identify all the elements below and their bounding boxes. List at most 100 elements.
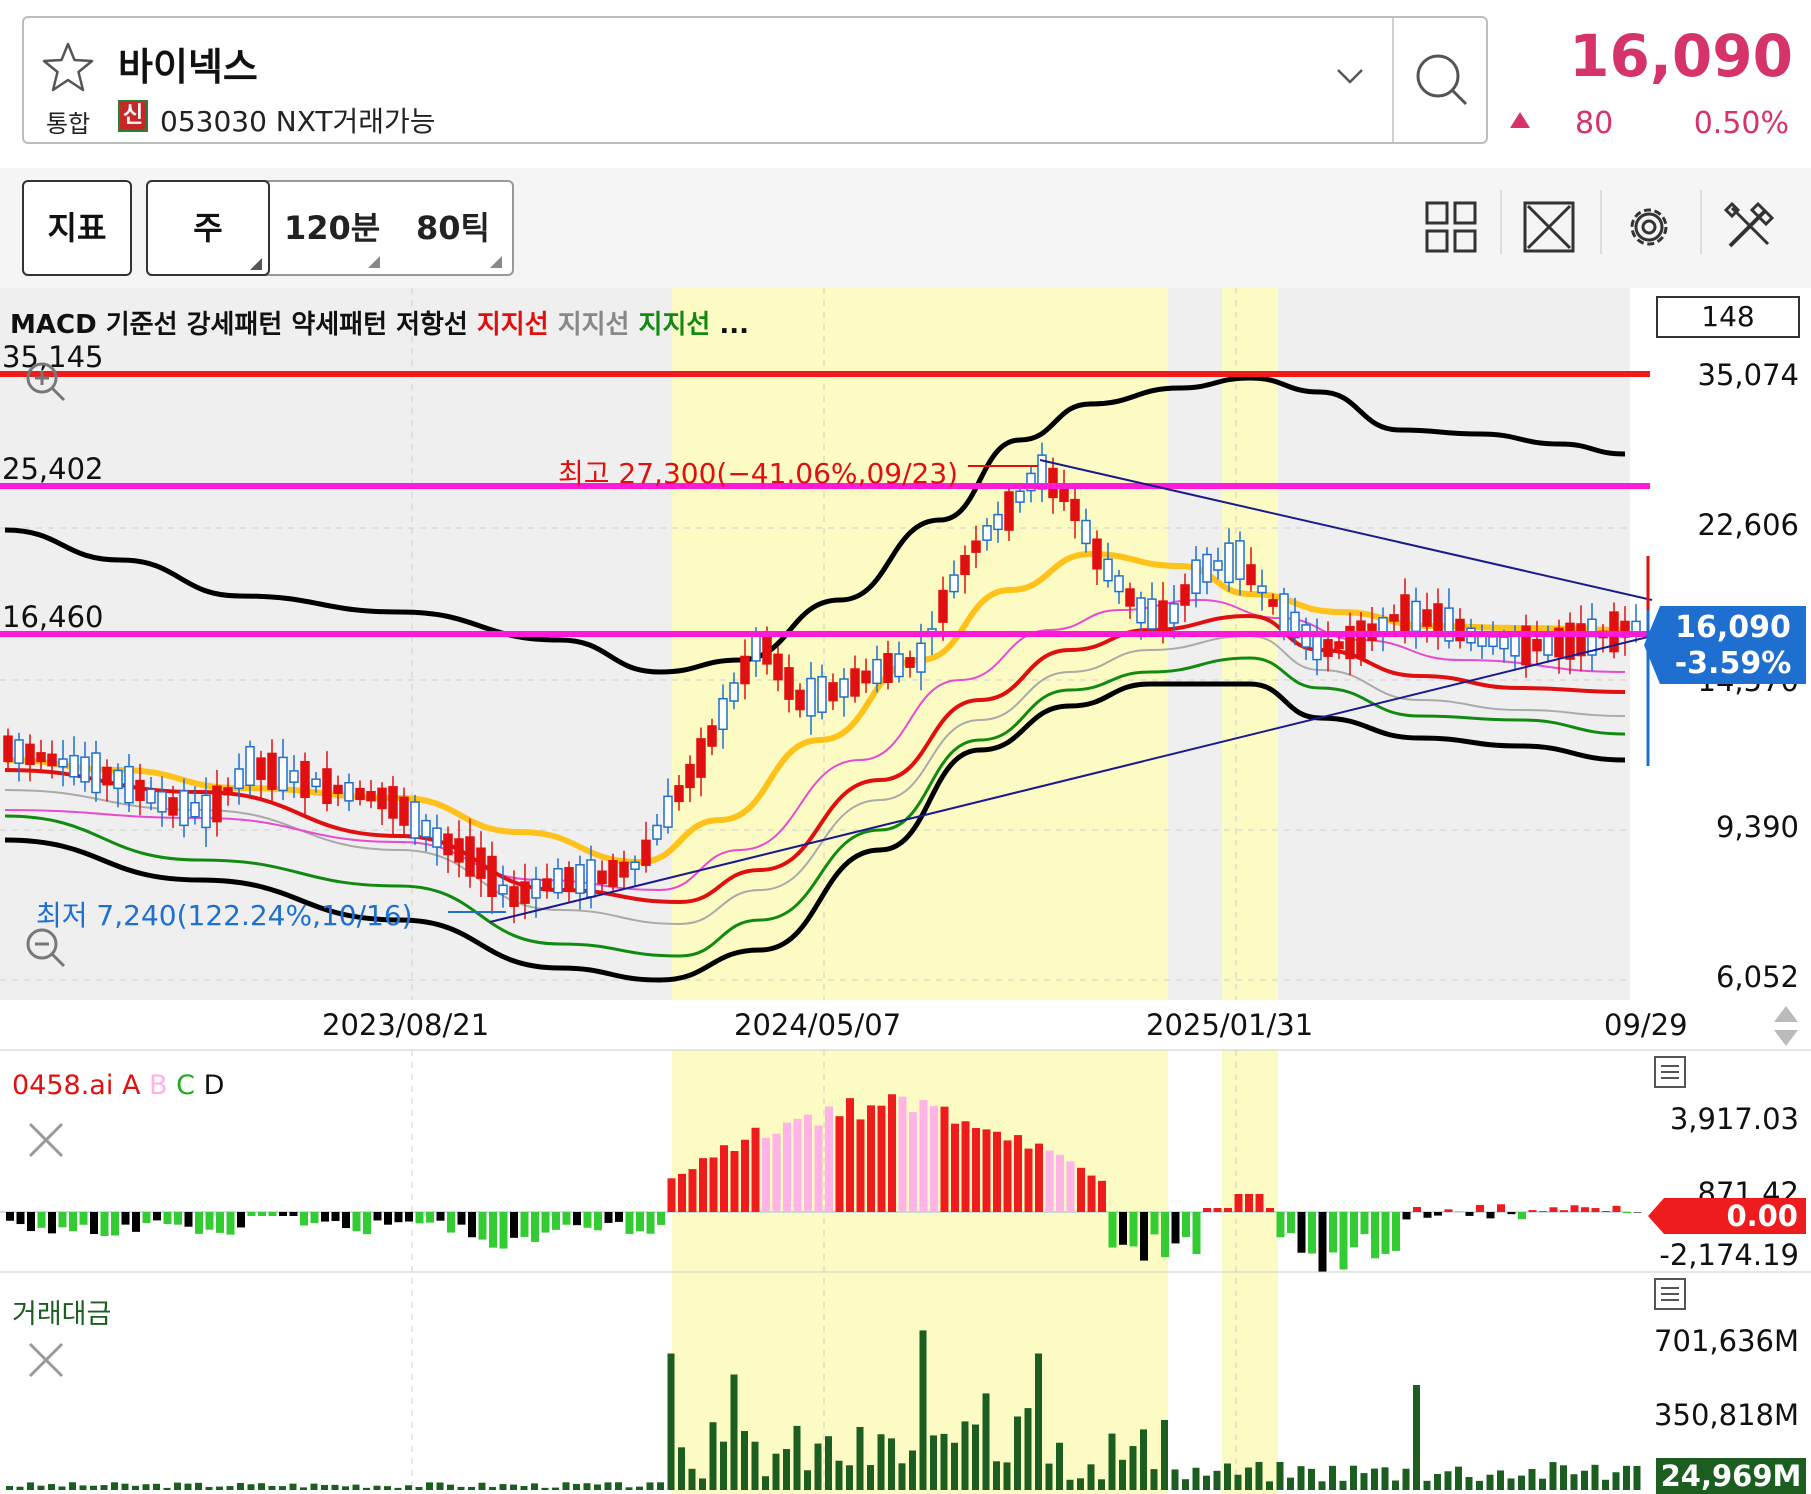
candle: [1202, 553, 1212, 583]
volume-bar: [541, 1487, 549, 1490]
legend-more: ...: [719, 310, 750, 340]
osc-bar: [783, 1122, 791, 1212]
x-axis-label: 2025/01/31: [1146, 1008, 1314, 1042]
volume-bar: [972, 1424, 979, 1490]
osc-bar: [321, 1212, 329, 1222]
favorite-star-icon[interactable]: [40, 40, 96, 96]
osc-bar: [237, 1212, 245, 1228]
scroll-arrows-icon[interactable]: [1770, 1004, 1802, 1048]
volume-bar: [1255, 1461, 1263, 1490]
osc-bar: [657, 1212, 665, 1225]
volume-bar: [1465, 1477, 1473, 1490]
tools-icon[interactable]: [1722, 200, 1776, 254]
osc-bar: [772, 1133, 781, 1212]
indicator-button[interactable]: 지표: [22, 180, 132, 276]
volume-bar: [961, 1421, 969, 1490]
volume-bar: [1591, 1464, 1599, 1490]
volume-bar: [1066, 1479, 1074, 1490]
volume-bar: [100, 1485, 108, 1490]
candle: [1158, 600, 1168, 635]
osc-bar: [688, 1169, 697, 1212]
volume-bar: [1192, 1467, 1200, 1490]
grid-icon[interactable]: [1424, 200, 1478, 254]
osc-bar: [1140, 1212, 1148, 1261]
candle: [652, 824, 662, 840]
osc-bar: [1539, 1211, 1547, 1212]
volume-bar: [1549, 1462, 1557, 1490]
volume-bar: [237, 1482, 244, 1490]
osc-bar: [121, 1212, 130, 1225]
close-osc-icon[interactable]: [26, 1120, 66, 1160]
candle: [795, 689, 805, 711]
volume-bar: [604, 1482, 612, 1490]
osc-bar: [195, 1212, 203, 1234]
volume-bar: [1098, 1479, 1105, 1490]
volume-bar: [37, 1485, 45, 1490]
osc-bar: [625, 1212, 634, 1234]
volume-menu-icon[interactable]: [1654, 1278, 1686, 1310]
toolbar-divider: [1600, 190, 1602, 254]
candle: [619, 861, 629, 878]
candle: [1114, 575, 1124, 593]
osc-bar: [1371, 1212, 1379, 1259]
settings-icon[interactable]: [1622, 200, 1676, 254]
volume-bar: [132, 1485, 139, 1490]
chevron-down-icon[interactable]: [1330, 56, 1370, 96]
x-axis-strip: [0, 1000, 1811, 1050]
candle: [696, 738, 706, 778]
osc-badge-pointer: [1648, 1198, 1664, 1234]
fullscreen-icon[interactable]: [1522, 200, 1576, 254]
level-label-mid: 25,402: [2, 452, 104, 486]
volume-bar: [1077, 1478, 1084, 1490]
candle: [1268, 599, 1278, 607]
osc-bar: [1161, 1212, 1169, 1258]
volume-bar: [667, 1353, 675, 1490]
candle: [905, 657, 915, 668]
stock-name: 바이넥스: [118, 45, 258, 89]
osc-menu-icon[interactable]: [1654, 1056, 1686, 1088]
volume-bar: [531, 1483, 538, 1490]
candle: [91, 752, 101, 794]
osc-bar: [1213, 1208, 1222, 1212]
osc-bar: [1497, 1204, 1505, 1212]
volume-bar: [1444, 1471, 1452, 1490]
zoom-in-icon[interactable]: [24, 360, 70, 406]
volume-bar: [1140, 1429, 1147, 1490]
volume-bar: [289, 1483, 297, 1490]
osc-bar: [1350, 1212, 1358, 1248]
indicator-legend[interactable]: MACD 기준선 강세패턴 약세패턴 저항선 지지선 지지선 지지선 ...: [10, 304, 749, 341]
osc-bar: [1360, 1212, 1369, 1235]
candle: [982, 525, 992, 541]
osc-bar: [363, 1212, 371, 1235]
candle-count-box[interactable]: 148: [1656, 296, 1800, 338]
candle: [366, 790, 376, 802]
osc-bar: [174, 1212, 182, 1225]
osc-bar: [153, 1212, 161, 1221]
volume-axis-label: 350,818M: [1654, 1398, 1799, 1432]
search-button[interactable]: [1392, 18, 1488, 142]
osc-bar: [510, 1212, 518, 1238]
osc-bar: [1507, 1212, 1516, 1215]
candle: [1488, 636, 1498, 648]
osc-bar: [909, 1112, 917, 1212]
legend-base: 기준선: [105, 310, 178, 340]
volume-bar: [69, 1482, 76, 1490]
volume-bar: [1045, 1463, 1053, 1490]
osc-bar: [1192, 1212, 1201, 1255]
zoom-out-icon[interactable]: [24, 926, 70, 972]
close-volume-icon[interactable]: [26, 1340, 66, 1380]
osc-bar: [478, 1212, 487, 1240]
volume-bar: [678, 1447, 685, 1490]
badge-price: 16,090: [1675, 610, 1791, 645]
candle: [14, 739, 24, 764]
volume-bar: [741, 1431, 748, 1490]
candle: [553, 867, 563, 894]
candle: [938, 589, 948, 623]
period-80tick-button[interactable]: 80틱: [416, 180, 490, 276]
period-120m-button[interactable]: 120분: [284, 180, 380, 276]
candle: [300, 760, 310, 799]
highlight-period: [1222, 288, 1278, 1000]
volume-bar: [1360, 1473, 1368, 1490]
candle: [1015, 490, 1025, 503]
candle: [872, 658, 882, 685]
